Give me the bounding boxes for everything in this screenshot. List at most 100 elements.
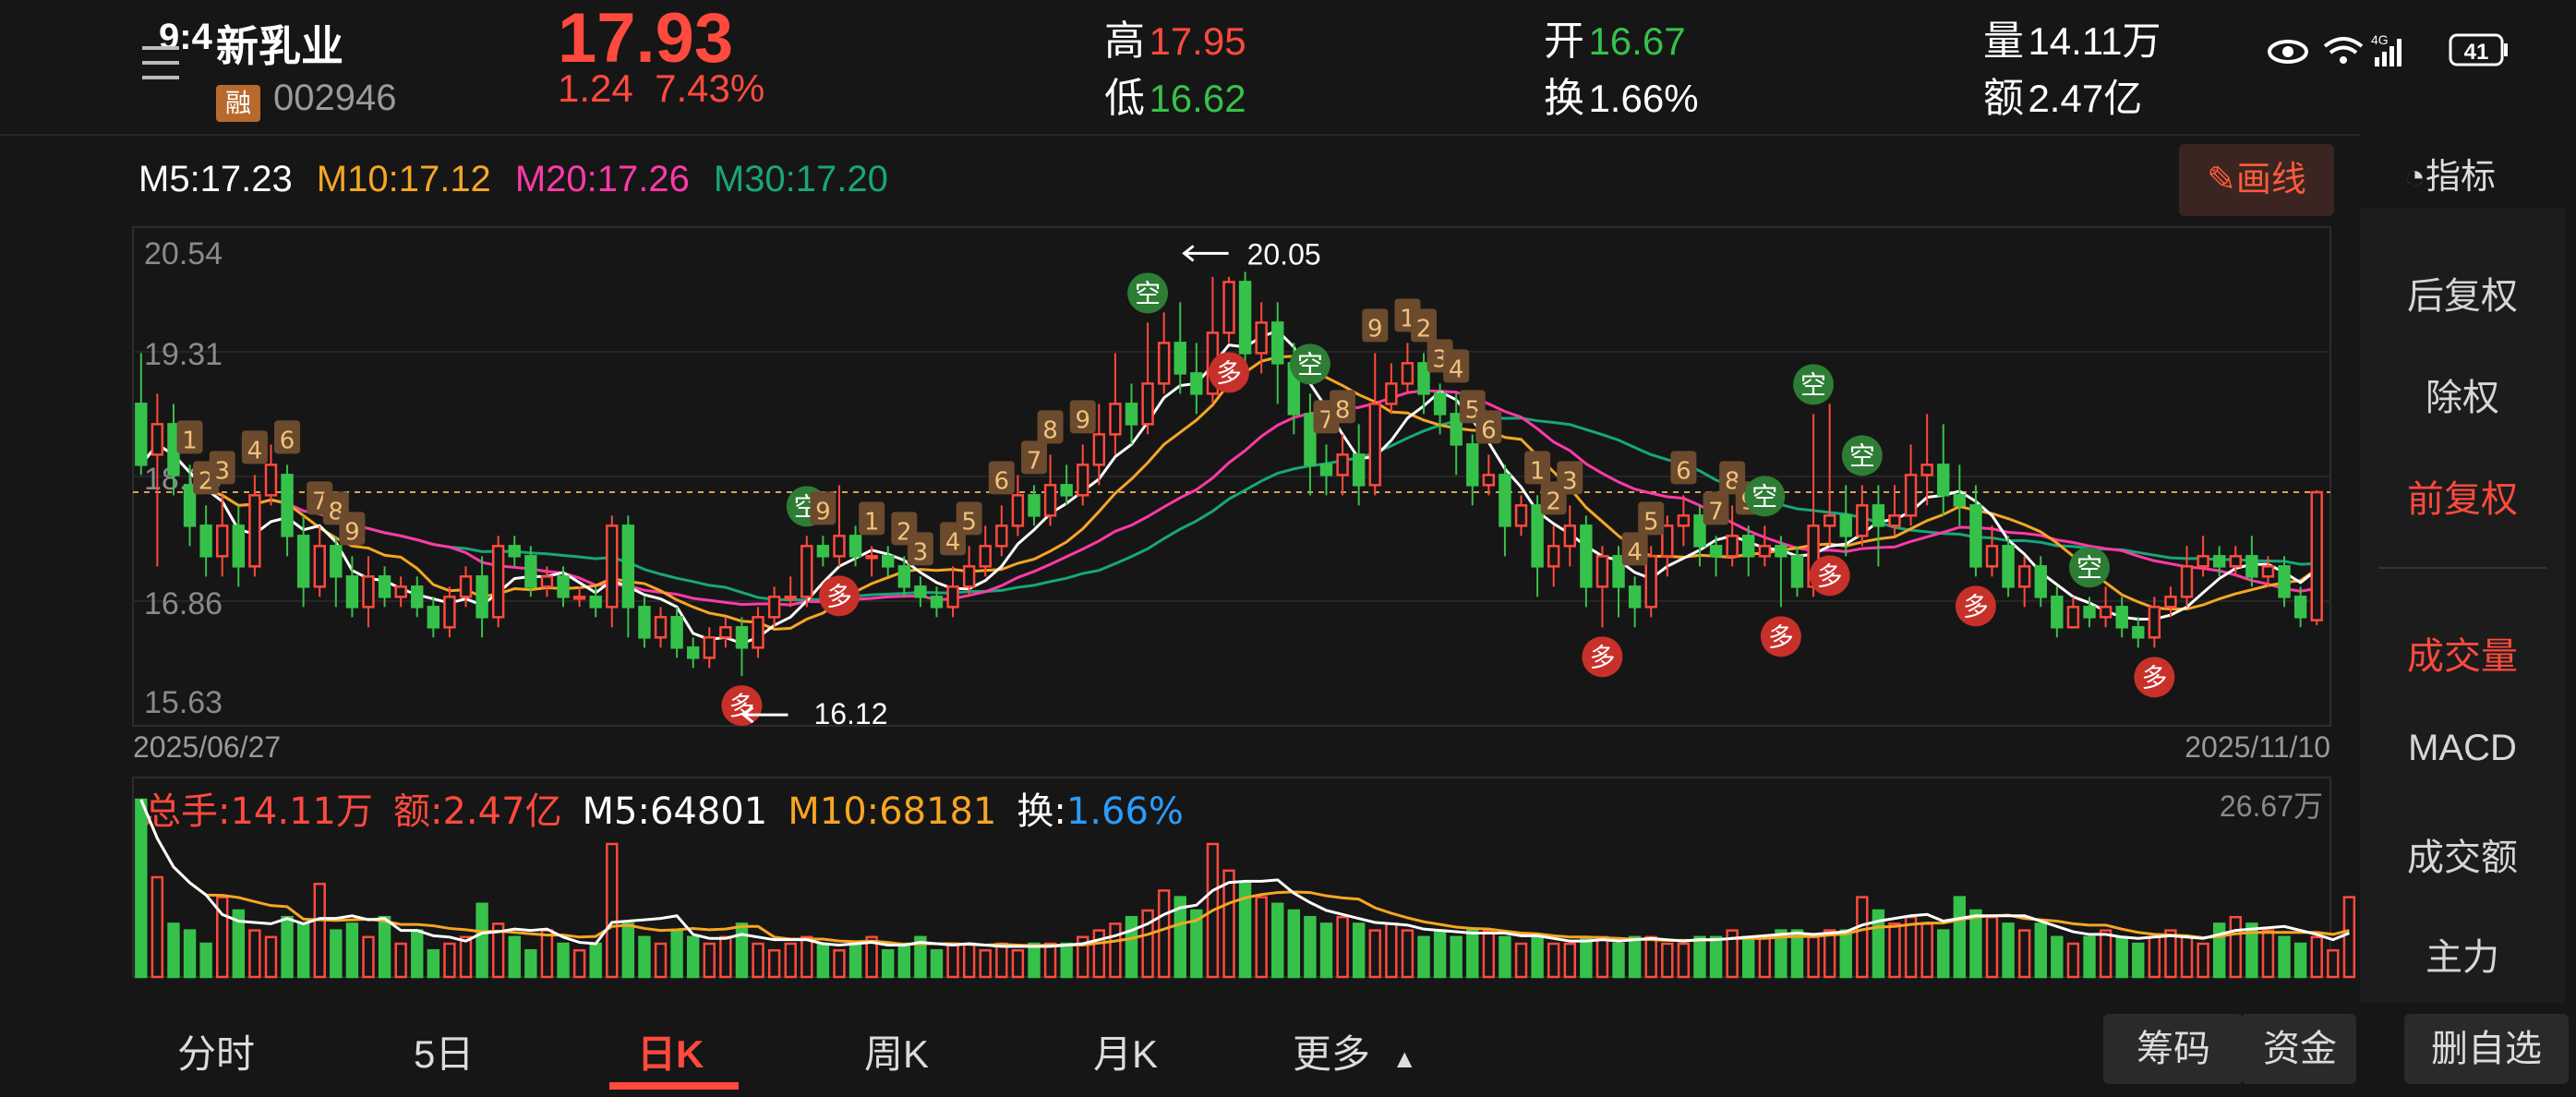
tab-5day[interactable]: 5日 xyxy=(414,1023,474,1079)
candle xyxy=(816,545,830,558)
option-macd[interactable]: MACD xyxy=(2360,728,2565,769)
battery-icon: 41 xyxy=(2449,33,2508,66)
volume-bar xyxy=(2327,948,2340,979)
volume-bar xyxy=(719,935,732,979)
candle xyxy=(1904,474,1918,517)
volume-amount: 额:2.47亿 xyxy=(393,790,562,833)
signal-label: 3 xyxy=(214,457,230,485)
funds-button[interactable]: 资金 xyxy=(2244,1014,2356,1084)
volume-bar xyxy=(1937,929,1950,979)
volume-bar xyxy=(2099,929,2113,979)
volume-bar xyxy=(1255,896,1268,979)
candle xyxy=(1125,403,1138,426)
indicator-button[interactable]: ◔指标 xyxy=(2404,148,2496,199)
volume-bar xyxy=(1271,902,1284,979)
candle xyxy=(475,575,488,619)
candle xyxy=(232,524,246,568)
volume-bar xyxy=(2017,929,2031,979)
tab-intraday[interactable]: 分时 xyxy=(177,1023,255,1079)
candle xyxy=(330,545,343,578)
volume-bar xyxy=(1612,942,1625,979)
candle xyxy=(2034,565,2047,598)
signal-label: 空 xyxy=(1849,440,1875,471)
candle xyxy=(427,606,440,629)
candle xyxy=(135,403,148,466)
volume-bar xyxy=(199,942,212,979)
signal-label: 多 xyxy=(1817,561,1843,591)
volume-bar xyxy=(2034,922,2047,979)
volume-bar xyxy=(475,902,488,979)
volume-total: 总手:14.11万 xyxy=(144,790,373,833)
candle xyxy=(362,575,375,609)
kline-chart[interactable]: 20.5419.3118.0916.8615.63578912346多空9多12… xyxy=(0,0,2360,1003)
volume-bar xyxy=(1742,935,1755,979)
volume-bar xyxy=(313,882,326,979)
option-volume[interactable]: 成交量 xyxy=(2360,626,2565,680)
signal-label: 空 xyxy=(1297,349,1323,380)
candle xyxy=(1514,504,1528,527)
candle xyxy=(606,524,619,609)
option-amount[interactable]: 成交额 xyxy=(2360,827,2565,881)
option-backward-adjust[interactable]: 后复权 xyxy=(2360,266,2565,319)
candle xyxy=(2051,596,2064,629)
candle xyxy=(995,524,1008,548)
volume-bar xyxy=(686,935,700,979)
volume-bar xyxy=(1969,909,1982,979)
volume-bar xyxy=(2066,942,2080,979)
option-main-force[interactable]: 主力 xyxy=(2360,927,2565,981)
candle xyxy=(1060,484,1073,497)
volume-bar xyxy=(1628,935,1642,979)
candle xyxy=(1969,504,1982,568)
tab-monthly-k[interactable]: 月K xyxy=(1093,1023,1158,1079)
candle xyxy=(621,524,635,609)
candle xyxy=(557,575,570,598)
volume-bar xyxy=(2115,935,2128,979)
signal-label: 空 xyxy=(1800,369,1826,400)
volume-bar xyxy=(882,948,895,979)
volume-bar xyxy=(167,922,180,979)
volume-bar xyxy=(2261,929,2275,979)
right-panel: 后复权 除权 前复权 成交量 MACD 成交额 主力 xyxy=(2360,209,2565,1003)
candle xyxy=(2293,596,2307,619)
volume-bar xyxy=(1856,896,1869,979)
svg-text:4G: 4G xyxy=(2371,32,2389,47)
date-end: 2025/11/10 xyxy=(2185,730,2330,764)
candle xyxy=(345,575,359,609)
option-forward-adjust[interactable]: 前复权 xyxy=(2360,469,2565,523)
signal-label: 5 xyxy=(1643,508,1659,536)
tab-weekly-k[interactable]: 周K xyxy=(864,1023,929,1079)
caret-up-icon: ▲ xyxy=(1391,1044,1418,1073)
candle xyxy=(930,596,944,609)
signal-label: 4 xyxy=(1449,356,1464,383)
tab-daily-k[interactable]: 日K xyxy=(637,1023,704,1079)
indicator-label: 指标 xyxy=(2425,158,2496,197)
candle xyxy=(1790,555,1804,588)
candle xyxy=(199,524,212,558)
volume-m10: M10:68181 xyxy=(788,790,996,833)
chips-button[interactable]: 筹码 xyxy=(2103,1014,2244,1084)
candle xyxy=(589,596,602,609)
signal-label: 多 xyxy=(1963,591,1989,621)
candle xyxy=(216,524,229,558)
volume-bar xyxy=(1028,942,1041,979)
high-annotation: 20.05 xyxy=(1247,237,1321,271)
candle xyxy=(1872,504,1885,527)
remove-watchlist-button[interactable]: 删自选 xyxy=(2404,1014,2569,1084)
volume-bar xyxy=(1758,935,1772,979)
candle xyxy=(897,565,910,588)
volume-bar xyxy=(2132,942,2145,979)
candle xyxy=(1726,535,1739,558)
candle xyxy=(1985,545,1999,568)
tab-more[interactable]: 更多 ▲ xyxy=(1293,1023,1417,1079)
volume-bar xyxy=(979,948,992,979)
signal-label: 多 xyxy=(1768,621,1794,652)
candle xyxy=(1775,545,1788,558)
volume-bar xyxy=(1092,929,1106,979)
signal-label: 2 xyxy=(1416,315,1432,343)
candle xyxy=(1839,514,1852,537)
signal-label: 多 xyxy=(1589,642,1615,672)
volume-bar xyxy=(849,942,862,979)
candle xyxy=(2148,606,2161,639)
signal-label: 4 xyxy=(1627,538,1643,566)
option-ex-rights[interactable]: 除权 xyxy=(2360,368,2565,421)
